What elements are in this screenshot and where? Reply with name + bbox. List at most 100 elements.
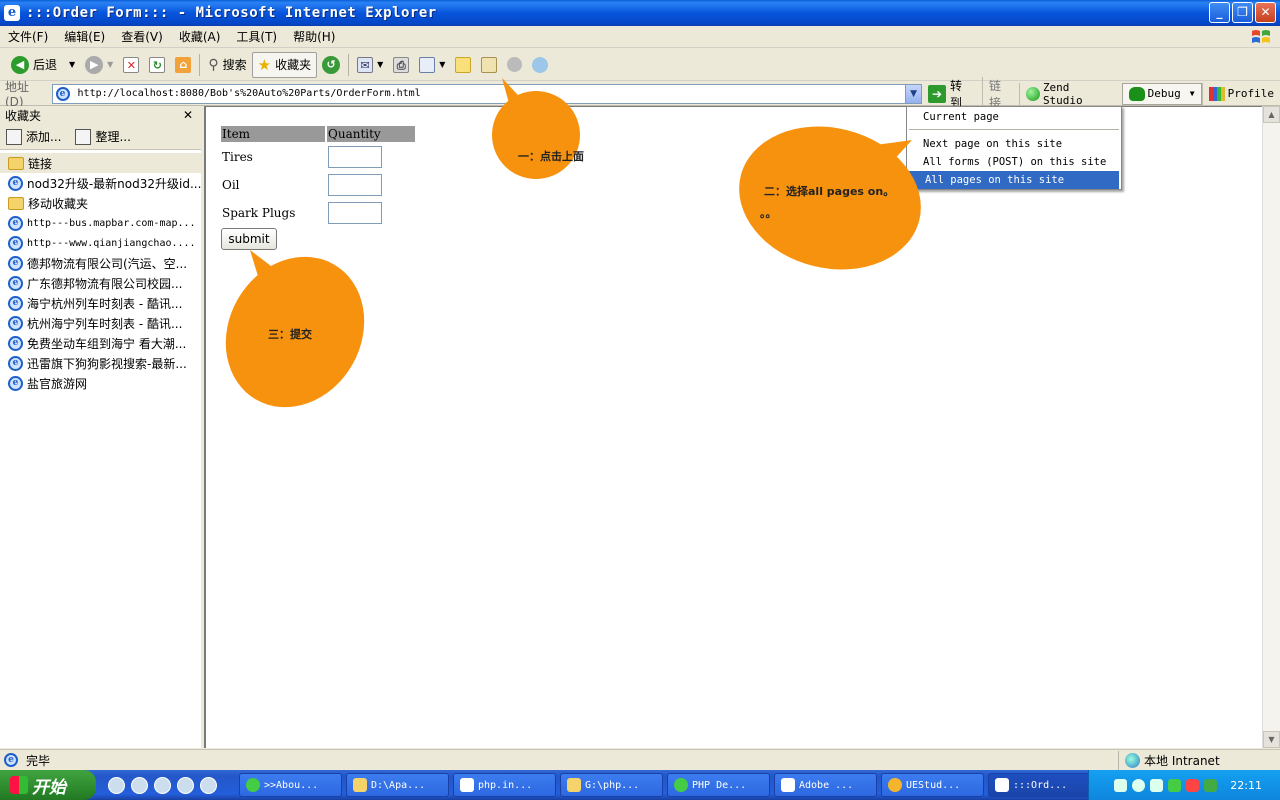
- restore-button[interactable]: ❐: [1232, 2, 1253, 23]
- menu-item-current-page[interactable]: Current page: [907, 108, 1121, 126]
- list-item[interactable]: e http---www.qianjiangchao....: [0, 233, 201, 253]
- menu-view[interactable]: 查看(V): [113, 28, 171, 45]
- ie-quicklaunch-icon[interactable]: [108, 776, 125, 794]
- firefox-quicklaunch-icon[interactable]: [154, 776, 171, 794]
- mail-button[interactable]: ✉ ▼: [352, 52, 388, 78]
- chevron-down-icon[interactable]: ▼: [69, 60, 75, 69]
- keyboard-icon[interactable]: [1114, 778, 1128, 792]
- organize-favorites-button[interactable]: 整理...: [75, 128, 131, 145]
- menu-bar: 文件(F) 编辑(E) 查看(V) 收藏(A) 工具(T) 帮助(H): [0, 26, 1280, 48]
- list-item[interactable]: e 广东德邦物流有限公司校园...: [0, 273, 201, 293]
- profile-button[interactable]: Profile: [1201, 82, 1280, 105]
- organize-icon: [75, 128, 92, 145]
- menu-file[interactable]: 文件(F): [0, 28, 56, 45]
- task-icon: [246, 778, 260, 792]
- uestudio-icon: [888, 778, 902, 792]
- list-item[interactable]: 链接: [0, 153, 201, 173]
- zend-studio-button[interactable]: Zend Studio: [1018, 81, 1122, 107]
- url-dropdown-icon[interactable]: ▼: [905, 84, 922, 103]
- task-button[interactable]: G:\php...: [560, 773, 663, 797]
- toolbar-divider: [199, 53, 201, 76]
- research-button[interactable]: [476, 52, 502, 78]
- table-row: Oil: [221, 172, 415, 198]
- media-quicklaunch-icon[interactable]: [200, 776, 217, 794]
- menu-item-all-pages[interactable]: All pages on this site: [909, 171, 1119, 189]
- vertical-scrollbar[interactable]: ▲ ▼: [1262, 106, 1280, 748]
- folder-icon: [8, 156, 24, 170]
- chevron-down-icon[interactable]: ▼: [1190, 89, 1195, 98]
- debug-button[interactable]: Debug ▼: [1121, 82, 1202, 105]
- done-page-icon: e: [4, 753, 18, 767]
- discuss-button[interactable]: [450, 52, 476, 78]
- shield-icon[interactable]: [1204, 778, 1218, 792]
- spark-plugs-quantity-input[interactable]: [328, 202, 382, 224]
- history-button[interactable]: ↺: [317, 52, 345, 78]
- task-button[interactable]: Adobe ...: [774, 773, 877, 797]
- title-bar[interactable]: e :::Order Form::: - Microsoft Internet …: [0, 0, 1280, 26]
- url-input[interactable]: e http://localhost:8080/Bob's%20Auto%20P…: [51, 83, 923, 104]
- scroll-up-icon[interactable]: ▲: [1263, 106, 1280, 123]
- refresh-icon: ↻: [149, 56, 166, 73]
- vivaldi-quicklaunch-icon[interactable]: [177, 776, 194, 794]
- favorites-button[interactable]: ★ 收藏夹: [251, 51, 318, 78]
- browser-quicklaunch-icon[interactable]: [131, 776, 148, 794]
- task-button[interactable]: >>Abou...: [239, 773, 342, 797]
- tires-quantity-input[interactable]: [328, 146, 382, 168]
- tray-arrow-icon[interactable]: [1132, 778, 1146, 792]
- list-item[interactable]: e http---bus.mapbar.com-map...: [0, 213, 201, 233]
- menu-favorites[interactable]: 收藏(A): [171, 28, 229, 45]
- menu-item-next-page[interactable]: Next page on this site: [907, 135, 1121, 153]
- menu-tools[interactable]: 工具(T): [228, 28, 285, 45]
- security-icon[interactable]: [1186, 778, 1200, 792]
- favorites-list: 链接 e nod32升级-最新nod32升级id... 移动收藏夹 e http--…: [0, 150, 201, 393]
- home-button[interactable]: ⌂: [170, 52, 196, 78]
- security-zone[interactable]: 本地 Intranet: [1118, 750, 1220, 770]
- back-button[interactable]: ◀ 后退 ▼: [6, 52, 80, 78]
- antivirus-icon[interactable]: [1168, 778, 1182, 792]
- list-item[interactable]: e 杭州海宁列车时刻表 - 酷讯...: [0, 313, 201, 333]
- network-icon[interactable]: [1150, 778, 1164, 792]
- zend-icon: [1025, 86, 1040, 101]
- task-button-active[interactable]: :::Ord...: [988, 773, 1091, 797]
- task-button[interactable]: D:\Apa...: [346, 773, 449, 797]
- chevron-down-icon[interactable]: ▼: [439, 60, 445, 69]
- search-icon: ⚲: [208, 56, 219, 73]
- chevron-down-icon[interactable]: ▼: [377, 60, 383, 69]
- url-text: http://localhost:8080/Bob's%20Auto%20Par…: [77, 88, 421, 99]
- ie-page-icon: e: [8, 215, 23, 231]
- print-button[interactable]: ⎙: [388, 52, 414, 78]
- menu-help[interactable]: 帮助(H): [285, 28, 343, 45]
- list-item[interactable]: e 德邦物流有限公司(汽运、空...: [0, 253, 201, 273]
- forward-button[interactable]: ▶ ▼: [80, 52, 118, 78]
- list-item[interactable]: e 迅雷旗下狗狗影视搜索-最新...: [0, 353, 201, 373]
- tools-addon-button[interactable]: [527, 52, 553, 78]
- task-button[interactable]: UEStud...: [881, 773, 984, 797]
- add-favorite-button[interactable]: 添加...: [6, 128, 61, 145]
- ie-page-icon: e: [8, 355, 23, 371]
- start-button[interactable]: 开始: [0, 770, 96, 800]
- scroll-down-icon[interactable]: ▼: [1263, 731, 1280, 748]
- menu-edit[interactable]: 编辑(E): [56, 28, 113, 45]
- list-item[interactable]: e 海宁杭州列车时刻表 - 酷讯...: [0, 293, 201, 313]
- close-button[interactable]: ✕: [1255, 2, 1276, 23]
- list-item[interactable]: e nod32升级-最新nod32升级id...: [0, 173, 201, 193]
- list-item[interactable]: 移动收藏夹: [0, 193, 201, 213]
- submit-button[interactable]: submit: [221, 228, 277, 250]
- chevron-down-icon[interactable]: ▼: [107, 60, 113, 69]
- edit-button[interactable]: ▼: [414, 52, 450, 78]
- task-button[interactable]: php.in...: [453, 773, 556, 797]
- address-label: 地址(D): [5, 80, 30, 109]
- messenger-button[interactable]: [502, 52, 527, 78]
- standard-toolbar: ◀ 后退 ▼ ▶ ▼ ✕ ↻ ⌂ ⚲ 搜索 ★ 收藏夹 ↺ ✉ ▼ ⎙ ▼: [0, 49, 1280, 81]
- stop-button[interactable]: ✕: [118, 52, 144, 78]
- close-icon[interactable]: ✕: [183, 108, 193, 122]
- menu-item-all-forms[interactable]: All forms (POST) on this site: [907, 153, 1121, 171]
- minimize-button[interactable]: _: [1209, 2, 1230, 23]
- refresh-button[interactable]: ↻: [144, 52, 170, 78]
- bug-icon: [1128, 86, 1145, 101]
- list-item[interactable]: e 免费坐动车组到海宁 看大潮...: [0, 333, 201, 353]
- task-button[interactable]: PHP De...: [667, 773, 770, 797]
- search-button[interactable]: ⚲ 搜索: [203, 52, 251, 78]
- list-item[interactable]: e 盐官旅游网: [0, 373, 201, 393]
- oil-quantity-input[interactable]: [328, 174, 382, 196]
